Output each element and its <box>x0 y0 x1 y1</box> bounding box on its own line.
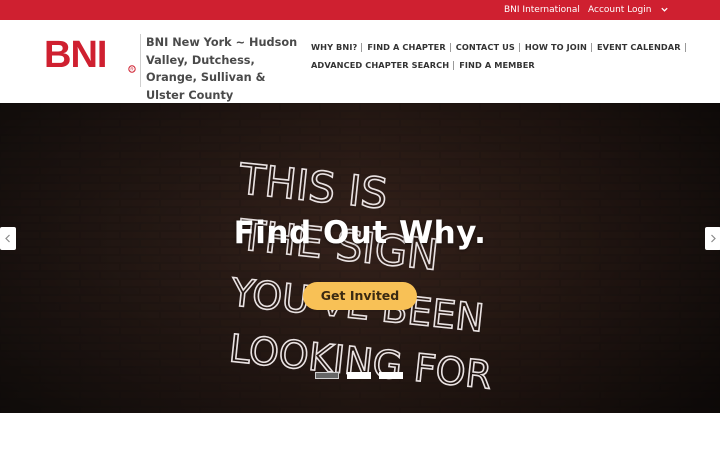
chevron-right-icon <box>711 234 716 243</box>
nav-separator <box>518 42 520 52</box>
chevron-down-icon[interactable] <box>660 5 669 14</box>
nav-row-1: WHY BNI? FIND A CHAPTER CONTACT US HOW T… <box>311 38 691 56</box>
nav-row-2: ADVANCED CHAPTER SEARCH FIND A MEMBER <box>311 56 691 74</box>
nav-separator <box>361 42 363 52</box>
nav-why-bni[interactable]: WHY BNI? <box>311 42 357 52</box>
nav-find-a-member[interactable]: FIND A MEMBER <box>459 60 535 70</box>
nav-event-calendar[interactable]: EVENT CALENDAR <box>597 42 681 52</box>
nav-advanced-chapter-search[interactable]: ADVANCED CHAPTER SEARCH <box>311 60 449 70</box>
site-header: BNI R BNI New York ~ Hudson Valley, Dutc… <box>0 20 720 103</box>
nav-separator <box>590 42 592 52</box>
nav-how-to-join[interactable]: HOW TO JOIN <box>525 42 587 52</box>
nav-separator <box>684 42 686 52</box>
nav-separator <box>449 42 451 52</box>
hero-carousel: THIS IS THE SIGN YOU'VE BEEN LOOKING FOR… <box>0 103 720 413</box>
account-login-link[interactable]: Account Login <box>588 0 651 20</box>
chevron-left-icon <box>5 234 10 243</box>
header-divider <box>140 34 141 87</box>
chapter-name[interactable]: BNI New York ~ Hudson Valley, Dutchess, … <box>146 34 306 104</box>
hero-headline: Find Out Why. <box>233 215 487 251</box>
nav-find-a-chapter[interactable]: FIND A CHAPTER <box>367 42 445 52</box>
carousel-next-button[interactable] <box>705 227 720 250</box>
carousel-dot-2[interactable] <box>347 372 371 379</box>
bni-international-link[interactable]: BNI International <box>504 0 580 20</box>
page-content-area <box>0 413 720 450</box>
get-invited-button[interactable]: Get Invited <box>303 282 417 310</box>
svg-text:R: R <box>130 67 134 72</box>
carousel-prev-button[interactable] <box>0 227 16 250</box>
main-nav: WHY BNI? FIND A CHAPTER CONTACT US HOW T… <box>311 38 691 74</box>
bni-logo[interactable]: BNI R <box>44 34 136 74</box>
carousel-dot-1[interactable] <box>315 372 339 379</box>
utility-bar: BNI International Account Login <box>0 0 720 20</box>
carousel-indicators <box>315 372 403 379</box>
carousel-dot-3[interactable] <box>379 372 403 379</box>
svg-text:BNI: BNI <box>44 34 106 74</box>
neon-sign: THIS IS THE SIGN YOU'VE BEEN LOOKING FOR <box>226 153 495 393</box>
nav-contact-us[interactable]: CONTACT US <box>456 42 515 52</box>
nav-separator <box>453 60 455 70</box>
neon-line: THIS IS <box>236 154 390 218</box>
